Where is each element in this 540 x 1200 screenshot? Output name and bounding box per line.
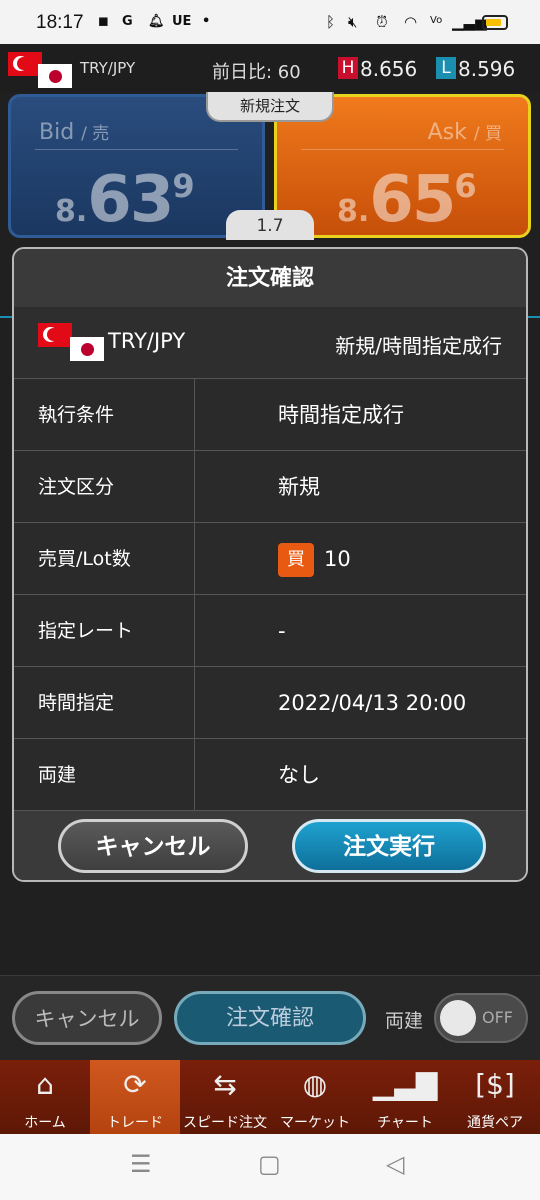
row-key: 指定レート	[38, 620, 134, 642]
divider	[194, 739, 195, 810]
trade-icon: ⟳	[123, 1068, 147, 1101]
mute-icon: 🔇︎	[348, 13, 358, 31]
tab-chart[interactable]: ▁▃▇ チャート	[360, 1060, 450, 1134]
wifi-icon: ◠	[404, 13, 418, 31]
dialog-cancel-button[interactable]: キャンセル	[58, 819, 248, 873]
row-key: 売買/Lot数	[38, 548, 131, 570]
home-icon: ⌂	[36, 1068, 54, 1101]
ue-icon: UE	[172, 14, 192, 29]
row-value: 時間指定成行	[278, 403, 404, 427]
day-change: 前日比: 60	[212, 62, 301, 83]
row-key: 両建	[38, 764, 77, 786]
hedge-toggle[interactable]: OFF	[434, 993, 528, 1043]
volte-icon: Vo	[430, 15, 443, 26]
pair-header: TRY/JPY 前日比: 60 H 8.656 L 8.596	[0, 44, 540, 92]
battery-icon	[482, 15, 508, 30]
divider	[194, 523, 195, 594]
tab-home[interactable]: ⌂ ホーム	[0, 1060, 90, 1134]
row-time-specification: 時間指定 2022/04/13 20:00	[14, 667, 526, 739]
row-side-lot: 売買/Lot数 買 10	[14, 523, 526, 595]
row-key: 執行条件	[38, 404, 115, 426]
home-nav-icon[interactable]: ▢	[258, 1150, 281, 1178]
tab-label: チャート	[377, 1115, 433, 1131]
japan-flag-icon	[38, 64, 72, 88]
back-icon[interactable]: ◁	[386, 1150, 404, 1178]
row-order-category: 注文区分 新規	[14, 451, 526, 523]
alarm-icon: ⏰︎	[376, 13, 388, 31]
dialog-footer: キャンセル 注文実行	[14, 811, 526, 880]
divider	[301, 149, 504, 150]
speed-order-icon: ⇆	[213, 1068, 237, 1101]
toggle-state: OFF	[482, 1008, 513, 1027]
low-value: 8.596	[458, 57, 516, 81]
japan-flag-icon	[70, 337, 104, 361]
bell-icon: 🔔︎	[148, 14, 165, 29]
tab-trade[interactable]: ⟳ トレード	[90, 1060, 180, 1134]
google-icon: G	[122, 14, 133, 29]
chart-icon: ▁▃▇	[372, 1068, 438, 1101]
divider	[194, 595, 195, 666]
buy-badge: 買	[278, 543, 314, 577]
row-value: -	[278, 619, 286, 643]
dot-icon: •	[202, 14, 211, 29]
order-confirm-dialog: 注文確認 TRY/JPY 新規/時間指定成行 執行条件 時間指定成行 注文区分 …	[12, 247, 528, 882]
tab-bar: ⌂ ホーム ⟳ トレード ⇆ スピード注文 ◍ マーケット ▁▃▇ チャート […	[0, 1060, 540, 1134]
bottom-controls: キャンセル 注文確認 両建 OFF	[0, 975, 540, 1060]
row-hedge: 両建 なし	[14, 739, 526, 811]
tab-market[interactable]: ◍ マーケット	[270, 1060, 360, 1134]
divider	[35, 149, 238, 150]
tab-label: トレード	[107, 1115, 163, 1131]
cancel-button[interactable]: キャンセル	[12, 991, 162, 1045]
dialog-pair-row: TRY/JPY 新規/時間指定成行	[14, 307, 526, 379]
new-order-tab[interactable]: 新規注文	[206, 92, 334, 122]
tab-label: スピード注文	[183, 1115, 267, 1131]
status-bar: 18:17 ◼ G 🔔︎ UE • ᛒ 🔇︎ ⏰︎ ◠ Vo ▁▃▅	[0, 0, 540, 44]
bid-price: 8.639	[55, 163, 195, 237]
divider	[194, 451, 195, 522]
tab-speed-order[interactable]: ⇆ スピード注文	[180, 1060, 270, 1134]
dialog-pair: TRY/JPY	[108, 329, 186, 353]
status-time: 18:17	[36, 12, 84, 33]
row-specified-rate: 指定レート -	[14, 595, 526, 667]
ask-price: 8.656	[337, 163, 477, 237]
spread-value: 1.7	[226, 210, 314, 240]
turkey-flag-icon	[8, 52, 42, 76]
turkey-flag-icon	[38, 323, 72, 347]
high-badge: H	[338, 57, 358, 79]
row-key: 時間指定	[38, 692, 115, 714]
tab-label: ホーム	[24, 1115, 66, 1131]
divider	[194, 667, 195, 738]
tab-currency-pair[interactable]: [$] 通貨ペア	[450, 1060, 540, 1134]
row-value: 2022/04/13 20:00	[278, 691, 467, 715]
row-value: 新規	[278, 475, 320, 499]
hedge-label: 両建	[385, 1010, 424, 1032]
execute-order-button[interactable]: 注文実行	[292, 819, 486, 873]
confirm-order-button[interactable]: 注文確認	[174, 991, 366, 1045]
ask-label: Ask / 買	[427, 120, 502, 145]
tab-label: マーケット	[280, 1115, 350, 1131]
divider	[194, 379, 195, 450]
bid-label: Bid / 売	[39, 120, 110, 145]
recents-icon[interactable]: ☰	[130, 1150, 152, 1178]
high-value: 8.656	[360, 57, 418, 81]
globe-icon: ◍	[302, 1068, 328, 1101]
lot-value: 10	[324, 547, 351, 571]
tab-label: 通貨ペア	[467, 1115, 523, 1131]
bluetooth-icon: ᛒ	[326, 13, 336, 31]
row-key: 注文区分	[38, 476, 115, 498]
system-nav-bar: ☰ ▢ ◁	[0, 1134, 540, 1200]
toggle-knob	[440, 1000, 476, 1036]
order-type-summary: 新規/時間指定成行	[335, 334, 502, 358]
header-pair: TRY/JPY	[80, 59, 136, 77]
line-icon: ◼	[98, 14, 109, 29]
currency-pair-icon: [$]	[475, 1068, 515, 1101]
dialog-title: 注文確認	[14, 249, 526, 307]
low-badge: L	[436, 57, 456, 79]
row-execution-condition: 執行条件 時間指定成行	[14, 379, 526, 451]
row-value: なし	[278, 763, 320, 787]
